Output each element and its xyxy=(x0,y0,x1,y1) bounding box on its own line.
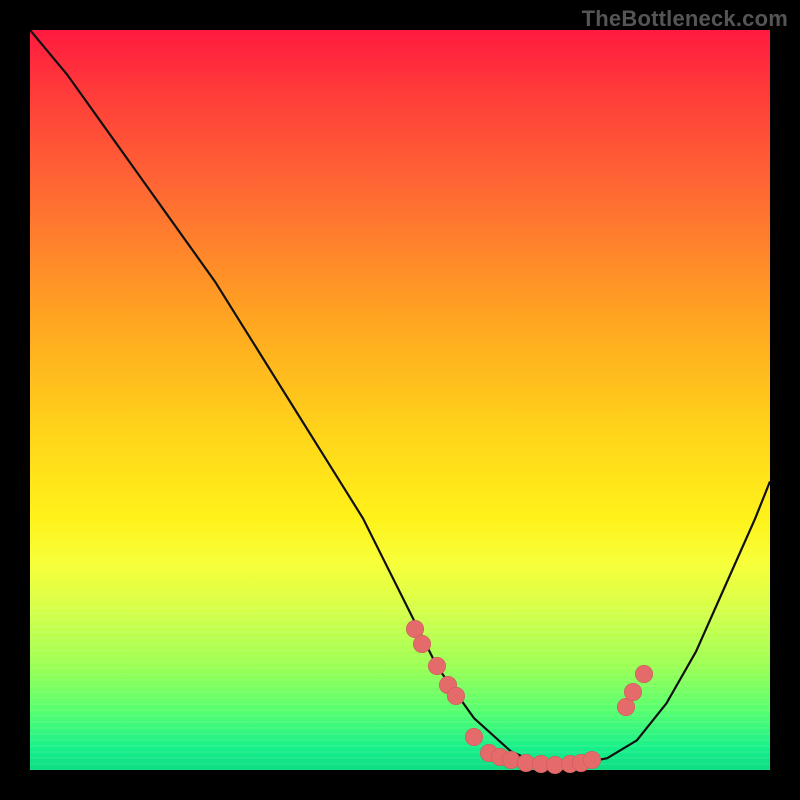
data-point xyxy=(624,683,642,701)
data-point xyxy=(465,728,483,746)
plot-area xyxy=(30,30,770,770)
bottleneck-curve xyxy=(30,30,770,765)
data-point xyxy=(447,687,465,705)
curve-layer xyxy=(30,30,770,770)
data-point xyxy=(428,657,446,675)
data-point xyxy=(413,635,431,653)
data-point xyxy=(583,751,601,769)
chart-stage: TheBottleneck.com xyxy=(0,0,800,800)
watermark-label: TheBottleneck.com xyxy=(582,6,788,32)
data-point xyxy=(635,665,653,683)
gradient-stripes xyxy=(30,607,770,770)
